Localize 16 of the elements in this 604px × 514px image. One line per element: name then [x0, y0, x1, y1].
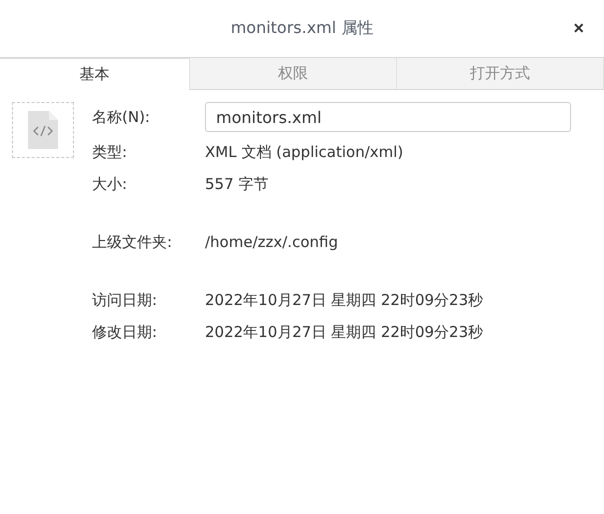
field-label: 上级文件夹:: [92, 232, 174, 252]
field-label: 类型:: [92, 142, 128, 162]
field-value: /home/zzx/.config: [205, 233, 338, 251]
field-label: 修改日期:: [92, 322, 158, 342]
close-button[interactable]: ×: [567, 16, 590, 41]
name-field[interactable]: monitors.xml: [205, 102, 571, 132]
tab[interactable]: 基本: [0, 58, 190, 90]
field-label: 大小:: [92, 174, 128, 194]
file-icon: [12, 102, 74, 158]
window-title: monitors.xml 属性: [230, 18, 374, 39]
field-value: 2022年10月27日 星期四 22时09分23秒: [205, 290, 484, 310]
field-value: XML 文档 (application/xml): [205, 142, 404, 162]
field-label: 名称(N):: [92, 108, 151, 126]
field-label: 访问日期:: [92, 290, 158, 310]
field-value: 557 字节: [205, 174, 268, 194]
field-value: 2022年10月27日 星期四 22时09分23秒: [205, 322, 484, 342]
